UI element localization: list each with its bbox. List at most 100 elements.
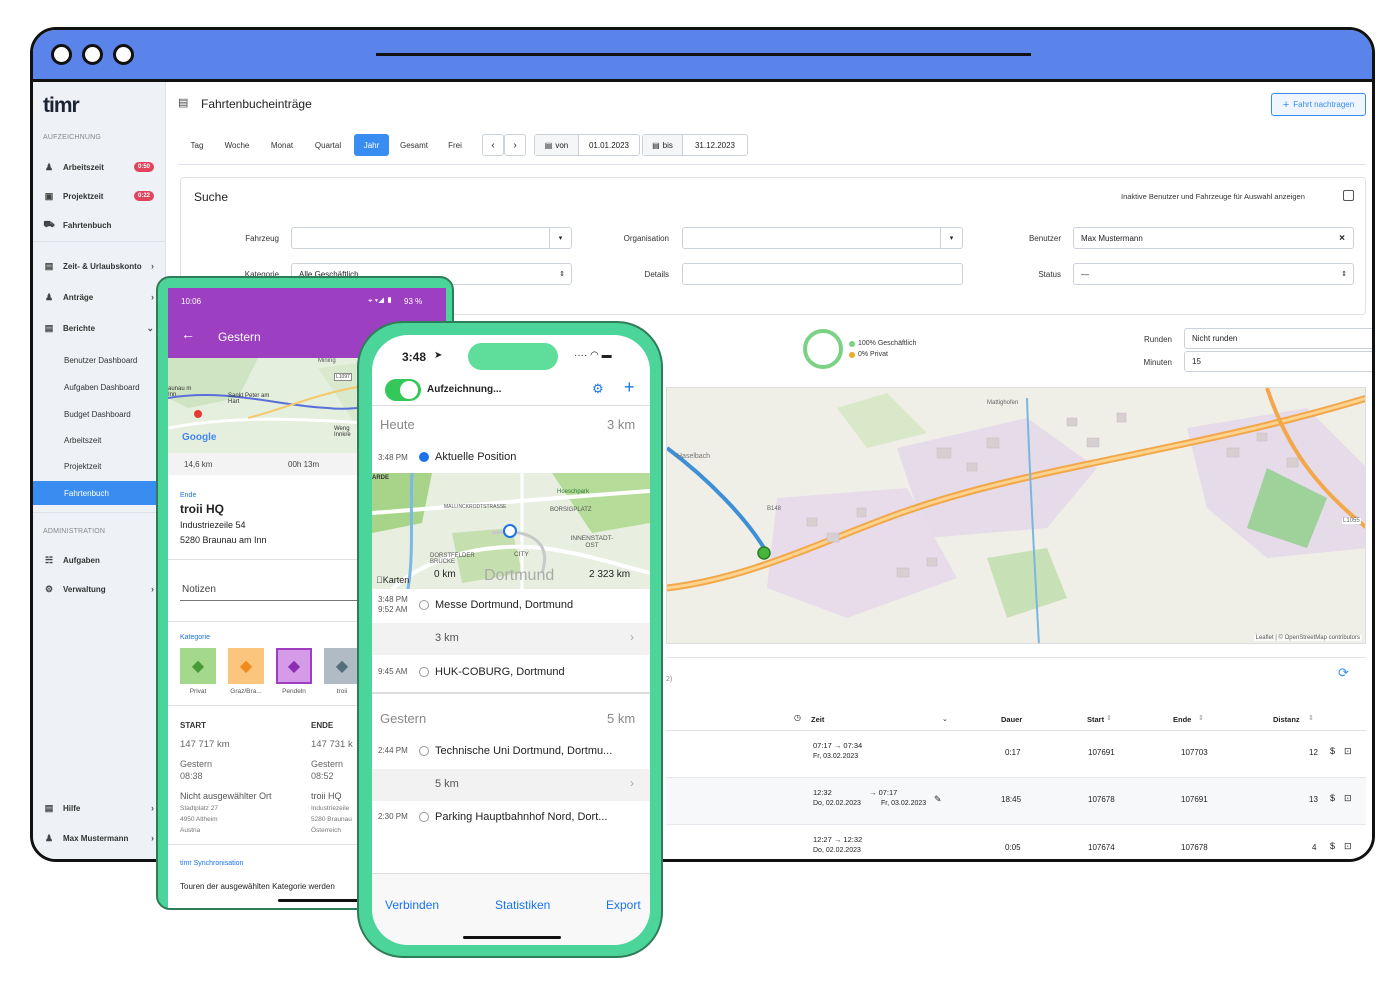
inactive-checkbox[interactable] <box>1343 190 1354 201</box>
dollar-icon[interactable]: $ <box>1330 793 1335 803</box>
ios-home-indicator[interactable] <box>463 936 561 939</box>
legend-private: 0% Privat <box>849 351 888 358</box>
sidebar-subitem-fahrtenbuch[interactable]: Fahrtenbuch <box>33 481 166 505</box>
sidebar-subitem-aufgaben-dashboard[interactable]: Aufgaben Dashboard <box>33 375 166 399</box>
tab-statistiken[interactable]: Statistiken <box>495 898 550 912</box>
rounding-label: Runden <box>1143 335 1172 344</box>
recording-toggle[interactable] <box>385 379 421 401</box>
back-arrow-icon[interactable]: ← <box>181 326 195 342</box>
col-start[interactable]: Start <box>1087 715 1104 724</box>
sidebar-item-zeitkonto[interactable]: ▤ Zeit- & Urlaubskonto › <box>33 255 166 277</box>
sidebar-item-user[interactable]: ♟ Max Mustermann › <box>33 827 166 849</box>
sidebar-item-projektzeit[interactable]: ▣ Projektzeit 0:22 <box>33 185 166 207</box>
refresh-icon[interactable]: ⟳ <box>1338 665 1349 681</box>
sort-icon[interactable]: ⇕ <box>1106 714 1112 722</box>
clear-icon[interactable]: × <box>1339 233 1345 244</box>
sidebar-item-arbeitszeit[interactable]: ♟ Arbeitszeit 0:50 <box>33 156 166 178</box>
category-troii-tag-icon[interactable]: ◆ <box>324 648 360 684</box>
next-period-button[interactable]: › <box>504 134 526 156</box>
trip-distance-row[interactable]: 3 km › <box>372 623 650 655</box>
trip-start-row[interactable]: 9:45 AM HUK-COBURG, Dortmund <box>372 656 650 688</box>
minutes-select[interactable]: 15⇕ <box>1184 351 1372 372</box>
window-titlebar <box>33 30 1372 82</box>
gear-icon[interactable]: ⚙ <box>592 381 604 397</box>
window-close-dot[interactable] <box>51 44 72 65</box>
dollar-icon[interactable]: $ <box>1330 746 1335 756</box>
sidebar-subitem-budget-dashboard[interactable]: Budget Dashboard <box>33 402 166 426</box>
sidebar-item-label: Anträge <box>63 292 94 302</box>
section-label-recording: AUFZEICHNUNG <box>43 134 102 141</box>
col-zeit[interactable]: Zeit <box>811 715 824 724</box>
table-row[interactable]: 12:32 → 07:17 Do, 02.02.2023 Fr, 03.02.2… <box>666 778 1366 824</box>
category-pendeln-tag-icon[interactable]: ◆ <box>276 648 312 684</box>
sort-icon[interactable]: ⇕ <box>1198 714 1204 722</box>
dollar-icon[interactable]: $ <box>1330 841 1335 851</box>
sidebar-item-verwaltung[interactable]: ⚙ Verwaltung › <box>33 578 166 600</box>
ios-map[interactable]: ARDE Hoeschpark MALLINCKRODTSTRASSE BORS… <box>372 473 650 589</box>
sidebar-item-antraege[interactable]: ♟ Anträge › <box>33 286 166 308</box>
tab-tag[interactable]: Tag <box>182 134 212 156</box>
tab-woche[interactable]: Woche <box>219 134 255 156</box>
edit-icon[interactable]: ✎ <box>934 794 942 805</box>
end-place-2: troii HQ <box>311 791 342 801</box>
sidebar-subitem-projektzeit[interactable]: Projektzeit <box>33 454 166 478</box>
tab-frei[interactable]: Frei <box>440 134 470 156</box>
android-title: Gestern <box>218 330 261 344</box>
sort-icon[interactable]: ⇕ <box>1308 714 1314 722</box>
col-ende[interactable]: Ende <box>1173 715 1191 724</box>
status-value: — <box>1081 269 1089 279</box>
apple-maps-brand: Karten <box>376 575 409 585</box>
unlock-icon[interactable]: ⊡ <box>1344 746 1352 757</box>
trip-map[interactable]: Haselbach Mattighofen B148 L1055 Leaflet… <box>666 387 1366 644</box>
sidebar-item-berichte[interactable]: ▤ Berichte ⌄ <box>33 317 166 339</box>
category-graz-tag-icon[interactable]: ◆ <box>228 648 264 684</box>
map-attribution[interactable]: Leaflet | © OpenStreetMap contributors <box>1253 635 1362 641</box>
date-to-field[interactable]: ▤ bis 31.12.2023 <box>642 134 748 156</box>
plus-icon[interactable]: + <box>624 377 635 398</box>
divider <box>33 241 166 242</box>
notes-input[interactable]: Notizen <box>182 584 216 595</box>
tab-verbinden[interactable]: Verbinden <box>385 898 439 912</box>
organisation-select[interactable]: ▾ <box>682 227 963 249</box>
previous-period-button[interactable]: ‹ <box>482 134 504 156</box>
trip-distance: 3 km <box>435 632 459 644</box>
waypoint-dot <box>419 812 429 822</box>
col-distanz[interactable]: Distanz <box>1273 715 1300 724</box>
details-input[interactable] <box>682 263 963 285</box>
odometer-start: 0 km <box>434 569 456 580</box>
tab-jahr[interactable]: Jahr <box>354 134 389 156</box>
unlock-icon[interactable]: ⊡ <box>1344 793 1352 804</box>
category-privat-tag-icon[interactable]: ◆ <box>180 648 216 684</box>
tab-quartal[interactable]: Quartal <box>307 134 349 156</box>
add-trip-button[interactable]: + Fahrt nachtragen <box>1271 93 1366 116</box>
table-row[interactable]: 07:17 → 07:34 Fr, 03.02.2023 0:17 107691… <box>666 731 1366 777</box>
window-maximize-dot[interactable] <box>113 44 134 65</box>
tab-export[interactable]: Export <box>606 898 641 912</box>
sidebar-item-hilfe[interactable]: ▤ Hilfe › <box>33 797 166 819</box>
col-dauer[interactable]: Dauer <box>1001 715 1022 724</box>
rounding-select[interactable]: Nicht runden⇕ <box>1184 328 1372 349</box>
unlock-icon[interactable]: ⊡ <box>1344 841 1352 852</box>
trip-end-row[interactable]: 2:44 PM Technische Uni Dortmund, Dortmu.… <box>372 735 650 767</box>
trip-start-row[interactable]: 2:30 PM Parking Hauptbahnhof Nord, Dort.… <box>372 801 650 833</box>
status-select[interactable]: — ⇕ <box>1073 263 1354 285</box>
date-from-field[interactable]: ▤ von 01.01.2023 <box>534 134 640 156</box>
trip-distance-row[interactable]: 5 km › <box>372 769 650 801</box>
chevron-down-icon[interactable]: ⌄ <box>942 715 948 723</box>
tab-monat[interactable]: Monat <box>263 134 301 156</box>
sidebar-subitem-benutzer-dashboard[interactable]: Benutzer Dashboard <box>33 348 166 372</box>
android-home-indicator[interactable] <box>278 899 368 902</box>
address-bar[interactable] <box>376 53 1031 56</box>
window-minimize-dot[interactable] <box>82 44 103 65</box>
sidebar-item-aufgaben[interactable]: ☵ Aufgaben <box>33 549 166 571</box>
table-row[interactable]: 12:27 → 12:32 Do, 02.02.2023 0:05 107674… <box>666 825 1366 859</box>
user-select[interactable]: Max Mustermann × <box>1073 227 1354 249</box>
divider <box>372 405 650 406</box>
sidebar-subitem-arbeitszeit[interactable]: Arbeitszeit <box>33 428 166 452</box>
trip-end-row[interactable]: 3:48 PM 9:52 AM Messe Dortmund, Dortmund <box>372 589 650 621</box>
sidebar-item-fahrtenbuch[interactable]: ⛟ Fahrtenbuch <box>33 214 166 236</box>
legend-dot <box>849 340 855 347</box>
tab-gesamt[interactable]: Gesamt <box>394 134 434 156</box>
end-place: troii HQ <box>180 502 224 516</box>
vehicle-select[interactable]: ▾ <box>291 227 572 249</box>
